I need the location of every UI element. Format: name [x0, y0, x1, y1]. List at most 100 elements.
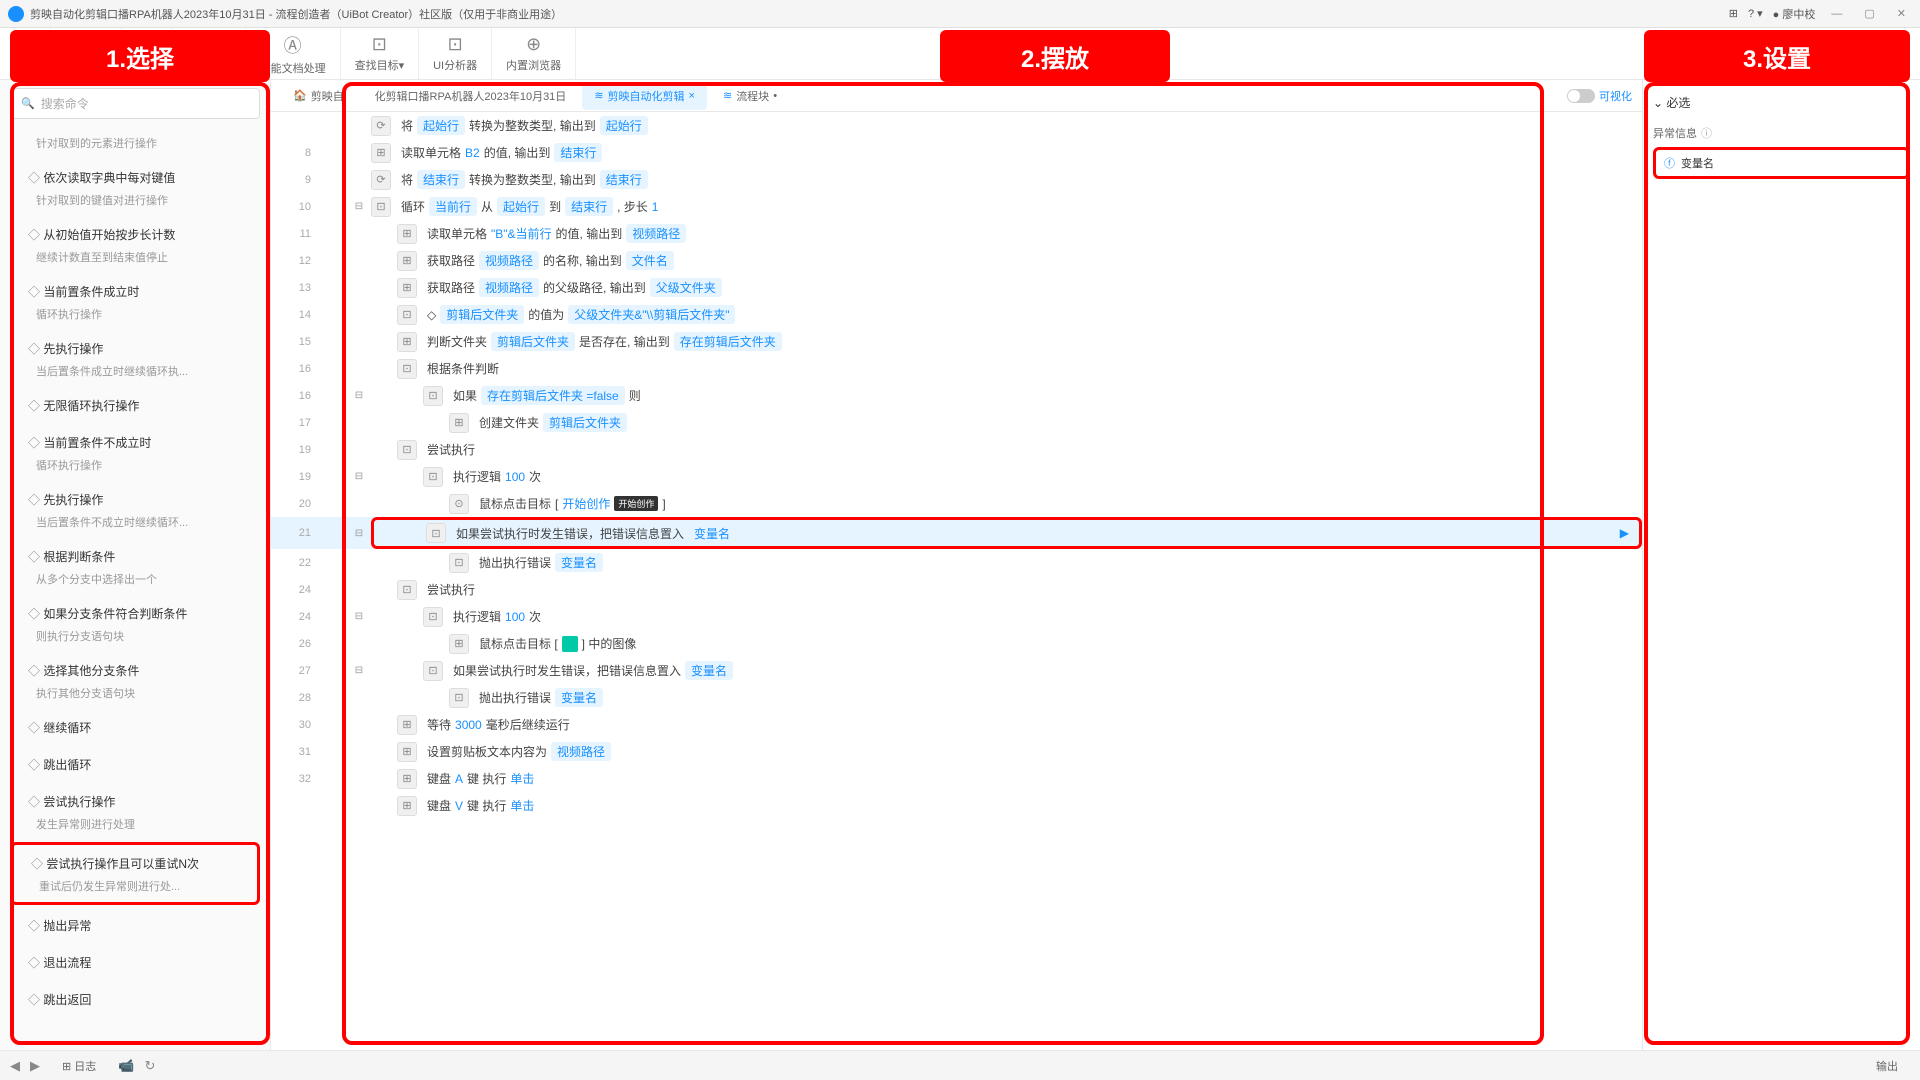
- sidebar-command-item[interactable]: 跳出循环: [10, 746, 260, 783]
- target-icon: ⊡: [372, 34, 387, 55]
- smart-doc-button[interactable]: Ⓐ智能文档处理: [246, 28, 341, 79]
- code-line[interactable]: 26⊞鼠标点击目标 [] 中的图像: [271, 630, 1642, 657]
- sidebar-command-item[interactable]: 尝试执行操作发生异常则进行处理: [10, 783, 260, 840]
- sidebar-command-item[interactable]: 如果分支条件符合判断条件则执行分支语句块: [10, 595, 260, 652]
- code-line[interactable]: 11⊞读取单元格"B"&当前行的值, 输出到视频路径: [271, 220, 1642, 247]
- code-line[interactable]: 20⊙鼠标点击目标[开始创作开始创作]: [271, 490, 1642, 517]
- flow-icon: ≋: [594, 89, 603, 102]
- code-line[interactable]: 24⊟⊡执行逻辑100次: [271, 603, 1642, 630]
- info-icon[interactable]: ⓘ: [1701, 125, 1712, 141]
- video-icon[interactable]: 📹: [118, 1058, 134, 1074]
- record-icon: ⊡: [139, 34, 154, 55]
- code-line[interactable]: 16⊟⊡如果存在剪辑后文件夹 =false则: [271, 382, 1642, 409]
- visual-toggle[interactable]: 可视化: [1567, 88, 1632, 104]
- code-line[interactable]: 22⊡抛出执行错误变量名: [271, 549, 1642, 576]
- titlebar: 剪映自动化剪辑口播RPA机器人2023年10月31日 - 流程创造者（UiBot…: [0, 0, 1920, 28]
- sidebar-command-item[interactable]: 当前置条件不成立时循环执行操作: [10, 424, 260, 481]
- block-type-icon: ⊡: [397, 440, 417, 460]
- tab-block[interactable]: ≋流程块 •: [711, 82, 789, 110]
- sidebar-command-item[interactable]: 依次读取字典中每对键值针对取到的键值对进行操作: [10, 159, 260, 216]
- code-line[interactable]: 17⊞创建文件夹剪辑后文件夹: [271, 409, 1642, 436]
- sidebar-command-item[interactable]: 根据判断条件从多个分支中选择出一个: [10, 538, 260, 595]
- block-type-icon: ⊡: [423, 607, 443, 627]
- code-line[interactable]: 10⊟⊡循环当前行从起始行到结束行, 步长1: [271, 193, 1642, 220]
- props-field-variable[interactable]: ⓕ 变量名: [1653, 147, 1910, 179]
- play-icon[interactable]: ▶: [30, 1058, 40, 1074]
- browser-button[interactable]: ⊕内置浏览器: [492, 28, 576, 79]
- code-line[interactable]: 12⊞获取路径视频路径的名称, 输出到文件名: [271, 247, 1642, 274]
- log-tab[interactable]: ⊞ 日志: [50, 1054, 108, 1078]
- tab-project[interactable]: 化剪辑口播RPA机器人2023年10月31日: [363, 82, 579, 110]
- analyzer-icon: ⊡: [448, 34, 463, 55]
- sidebar-command-item[interactable]: 从初始值开始按步长计数继续计数直至到结束值停止: [10, 216, 260, 273]
- block-type-icon: ⊞: [397, 251, 417, 271]
- code-line[interactable]: 15⊞判断文件夹剪辑后文件夹是否存在, 输出到存在剪辑后文件夹: [271, 328, 1642, 355]
- stop-button[interactable]: ◯停止: [0, 28, 51, 79]
- block-type-icon: ⟳: [371, 116, 391, 136]
- nav-back-icon[interactable]: ◀: [10, 1058, 20, 1074]
- props-section-header[interactable]: ⌄ 必选: [1653, 90, 1910, 115]
- code-line[interactable]: 19⊡尝试执行: [271, 436, 1642, 463]
- properties-panel: ⌄ 必选 异常信息 ⓘ ⓕ 变量名: [1642, 80, 1920, 1080]
- block-type-icon: ⊞: [371, 143, 391, 163]
- command-list[interactable]: 针对取到的元素进行操作依次读取字典中每对键值针对取到的键值对进行操作从初始值开始…: [0, 127, 270, 1080]
- code-line[interactable]: 31⊞设置剪贴板文本内容为视频路径: [271, 738, 1642, 765]
- data-extract-button[interactable]: ⊞数据抓取: [173, 28, 246, 79]
- close-button[interactable]: ✕: [1891, 7, 1912, 20]
- block-type-icon: ⊡: [397, 305, 417, 325]
- code-line[interactable]: 32⊞键盘A键 执行单击: [271, 765, 1642, 792]
- block-type-icon: ⊡: [423, 467, 443, 487]
- browser-icon: ⊕: [526, 34, 541, 55]
- sidebar-command-item[interactable]: 当前置条件成立时循环执行操作: [10, 273, 260, 330]
- sidebar-command-item[interactable]: 先执行操作当后置条件成立时继续循环执...: [10, 330, 260, 387]
- code-line[interactable]: ⊞键盘V键 执行单击: [271, 792, 1642, 819]
- bottom-bar: ◀ ▶ ⊞ 日志 📹 ↻ 输出: [0, 1050, 1920, 1080]
- ai-icon: Ⓐ: [284, 32, 302, 58]
- code-line[interactable]: 30⊞等待3000毫秒后继续运行: [271, 711, 1642, 738]
- search-input[interactable]: 搜索命令: [10, 88, 260, 119]
- minimize-button[interactable]: —: [1825, 8, 1848, 20]
- block-type-icon: ⊡: [397, 359, 417, 379]
- code-line[interactable]: ⟳将起始行转换为整数类型, 输出到起始行: [271, 112, 1642, 139]
- timeline-button[interactable]: 🕐时间线 ▾: [51, 28, 122, 79]
- props-label-exception: 异常信息 ⓘ: [1653, 125, 1910, 141]
- sidebar-command-item[interactable]: 无限循环执行操作: [10, 387, 260, 424]
- sidebar-command-item[interactable]: 继续循环: [10, 709, 260, 746]
- find-target-button[interactable]: ⊡查找目标▾: [341, 28, 420, 79]
- maximize-button[interactable]: ▢: [1858, 7, 1880, 20]
- code-line[interactable]: 21⊟▶⊡如果尝试执行时发生错误，把错误信息置入变量名: [271, 517, 1642, 549]
- code-line[interactable]: 19⊟⊡执行逻辑100次: [271, 463, 1642, 490]
- apps-icon[interactable]: ⊞: [1729, 7, 1738, 20]
- block-type-icon: ⊡: [426, 523, 446, 543]
- refresh-icon[interactable]: ↻: [144, 1058, 155, 1074]
- breadcrumb-root[interactable]: 🏠 剪映自|: [281, 82, 359, 110]
- code-line[interactable]: 16⊡根据条件判断: [271, 355, 1642, 382]
- output-tab[interactable]: 输出: [1864, 1054, 1910, 1078]
- record-button[interactable]: ⊡录制: [122, 28, 173, 79]
- sidebar-command-item[interactable]: 尝试执行操作且可以重试N次重试后仍发生异常则进行处...: [10, 842, 260, 905]
- sidebar-command-item[interactable]: 选择其他分支条件执行其他分支语句块: [10, 652, 260, 709]
- code-line[interactable]: 28⊡抛出执行错误变量名: [271, 684, 1642, 711]
- sidebar-command-item[interactable]: 退出流程: [10, 944, 260, 981]
- stop-icon: ◯: [15, 34, 35, 55]
- code-line[interactable]: 27⊟⊡如果尝试执行时发生错误，把错误信息置入变量名: [271, 657, 1642, 684]
- code-line[interactable]: 13⊞获取路径视频路径的父级路径, 输出到父级文件夹: [271, 274, 1642, 301]
- code-line[interactable]: 8⊞读取单元格B2的值, 输出到结束行: [271, 139, 1642, 166]
- toggle-switch[interactable]: [1567, 89, 1595, 103]
- code-line[interactable]: 24⊡尝试执行: [271, 576, 1642, 603]
- ui-analyzer-button[interactable]: ⊡UI分析器: [419, 28, 492, 79]
- sidebar-command-item[interactable]: 先执行操作当后置条件不成立时继续循环...: [10, 481, 260, 538]
- tab-active-flow[interactable]: ≋剪映自动化剪辑 ×: [582, 82, 707, 110]
- sidebar-command-item[interactable]: 跳出返回: [10, 981, 260, 1018]
- run-line-icon[interactable]: ▶: [1620, 526, 1629, 540]
- user-label[interactable]: ● 廖中校: [1773, 6, 1816, 22]
- code-editor[interactable]: ⟳将起始行转换为整数类型, 输出到起始行8⊞读取单元格B2的值, 输出到结束行9…: [271, 112, 1642, 1080]
- block-type-icon: ⊙: [449, 494, 469, 514]
- sidebar-command-item[interactable]: 针对取到的元素进行操作: [10, 127, 260, 159]
- block-type-icon: ⊞: [397, 715, 417, 735]
- block-type-icon: ⊞: [397, 742, 417, 762]
- code-line[interactable]: 9⟳将结束行转换为整数类型, 输出到结束行: [271, 166, 1642, 193]
- sidebar-command-item[interactable]: 抛出异常: [10, 907, 260, 944]
- help-icon[interactable]: ? ▾: [1748, 7, 1763, 20]
- code-line[interactable]: 14⊡◇剪辑后文件夹的值为父级文件夹&"\\剪辑后文件夹": [271, 301, 1642, 328]
